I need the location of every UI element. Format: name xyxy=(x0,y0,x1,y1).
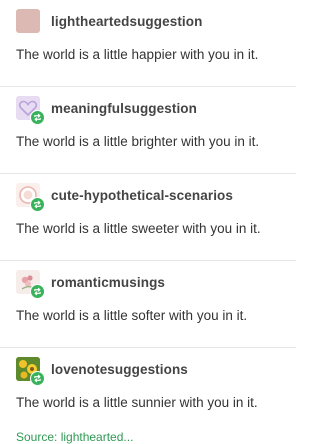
post-text: The world is a little sweeter with you i… xyxy=(16,221,261,236)
post-text: The world is a little softer with you in… xyxy=(16,308,248,323)
avatar[interactable] xyxy=(16,9,40,33)
post-header: lightheartedsuggestion xyxy=(16,9,202,33)
post-text: The world is a little happier with you i… xyxy=(16,47,259,62)
post-text: The world is a little sunnier with you i… xyxy=(16,395,258,410)
source-link[interactable]: Source: lighthearted... xyxy=(16,430,133,444)
username-link[interactable]: meaningfulsuggestion xyxy=(51,101,197,116)
reblog-icon xyxy=(30,371,45,386)
username-link[interactable]: lovenotesuggestions xyxy=(51,362,188,377)
avatar[interactable] xyxy=(16,357,45,386)
reblog-icon xyxy=(30,284,45,299)
avatar[interactable] xyxy=(16,183,45,212)
reblog-chain: lightheartedsuggestion The world is a li… xyxy=(0,0,296,444)
username-link[interactable]: romanticmusings xyxy=(51,275,165,290)
post-header: cute-hypothetical-scenarios xyxy=(16,183,233,212)
reblog-entry: lovenotesuggestions The world is a littl… xyxy=(0,348,296,430)
avatar-image xyxy=(16,9,40,33)
reblog-entry: cute-hypothetical-scenarios The world is… xyxy=(0,174,296,261)
avatar[interactable] xyxy=(16,270,45,299)
post-header: romanticmusings xyxy=(16,270,165,299)
reblog-icon xyxy=(30,197,45,212)
post-header: meaningfulsuggestion xyxy=(16,96,197,125)
avatar[interactable] xyxy=(16,96,45,125)
reblog-icon xyxy=(30,110,45,125)
reblog-entry: romanticmusings The world is a little so… xyxy=(0,261,296,348)
username-link[interactable]: cute-hypothetical-scenarios xyxy=(51,188,233,203)
reblog-entry: lightheartedsuggestion The world is a li… xyxy=(0,0,296,87)
reblog-entry: meaningfulsuggestion The world is a litt… xyxy=(0,87,296,174)
post-header: lovenotesuggestions xyxy=(16,357,188,386)
post-text: The world is a little brighter with you … xyxy=(16,134,260,149)
username-link[interactable]: lightheartedsuggestion xyxy=(51,14,202,29)
